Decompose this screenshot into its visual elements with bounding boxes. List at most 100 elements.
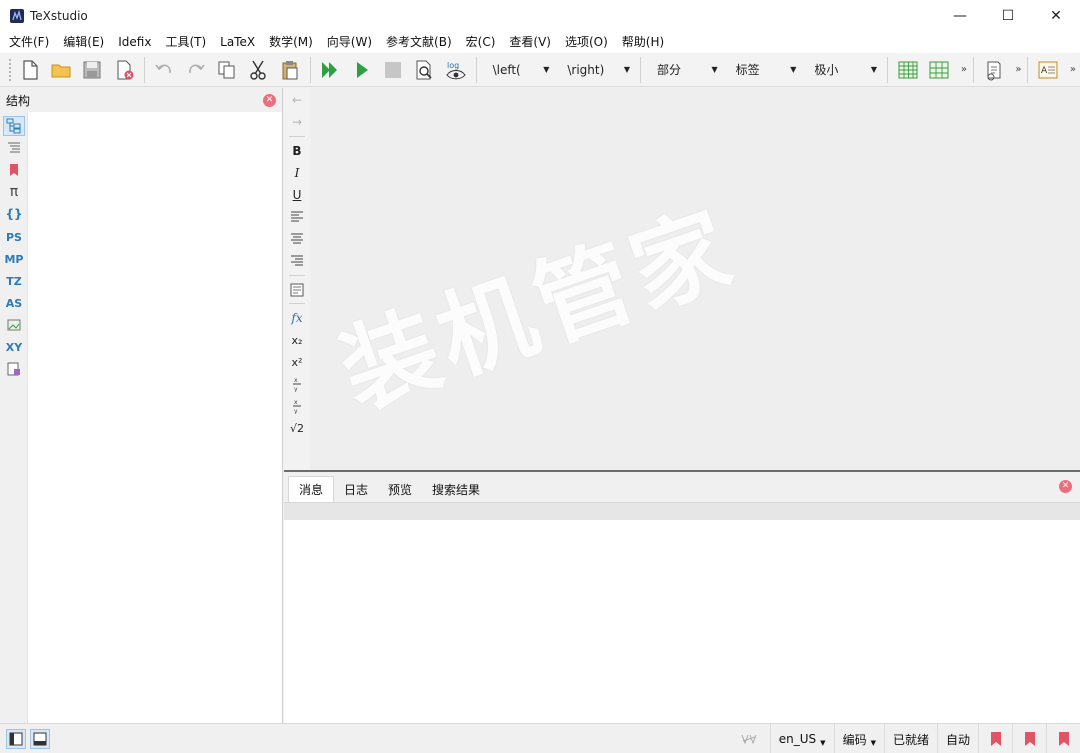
fraction-button[interactable]: xy (287, 374, 307, 394)
spellcheck-button[interactable] (980, 56, 1007, 84)
save-button[interactable] (79, 56, 106, 84)
toggle-structure-button[interactable] (6, 728, 26, 749)
compile-button[interactable] (348, 56, 375, 84)
section-combo[interactable]: 部分 ▼ (647, 57, 724, 83)
structure-tab-asymptote[interactable]: AS (3, 293, 25, 313)
text-format-button[interactable]: A (1034, 56, 1061, 84)
superscript-button[interactable]: x² (287, 352, 307, 372)
menu-bibliography[interactable]: 参考文献(B) (379, 31, 459, 53)
close-file-button[interactable] (110, 56, 137, 84)
messages-content[interactable] (284, 520, 1080, 725)
sqrt-button[interactable]: √2 (287, 418, 307, 438)
paste-button[interactable] (276, 56, 303, 84)
structure-tab-xypic[interactable]: XY (3, 337, 25, 357)
menu-view[interactable]: 查看(V) (502, 31, 558, 53)
dfrac-button[interactable]: xy (287, 396, 307, 416)
cut-button[interactable] (245, 56, 272, 84)
toolbar-overflow-button[interactable]: » (1015, 64, 1021, 75)
spellcheck-icon (741, 734, 757, 745)
redo-button[interactable] (182, 56, 209, 84)
underline-button[interactable]: U (287, 185, 307, 205)
structure-tab-brackets[interactable]: {} (3, 204, 25, 224)
structure-tab-templates[interactable] (3, 359, 25, 379)
structure-tab-outline[interactable] (3, 116, 25, 136)
svg-text:y: y (294, 408, 298, 414)
language-selector[interactable]: en_US ▼ (769, 724, 834, 753)
new-line-button[interactable] (287, 280, 307, 300)
subscript-button[interactable]: x₂ (287, 330, 307, 350)
font-size-combo[interactable]: 极小 ▼ (804, 57, 883, 83)
view-log-button[interactable]: log (442, 56, 469, 84)
toolbar-handle[interactable] (8, 57, 12, 82)
bookmark-button-1[interactable] (978, 724, 1012, 753)
minimize-button[interactable]: — (936, 0, 984, 31)
tab-log[interactable]: 日志 (334, 476, 378, 502)
bookmark-icon (1058, 732, 1069, 746)
toolbar-overflow-button[interactable]: » (1070, 64, 1076, 75)
maximize-button[interactable]: ☐ (984, 0, 1032, 31)
view-pdf-button[interactable] (411, 56, 438, 84)
menu-latex[interactable]: LaTeX (213, 31, 262, 53)
text-box-icon: A (1038, 61, 1058, 78)
tab-preview[interactable]: 预览 (378, 476, 422, 502)
align-left-icon (291, 211, 303, 222)
close-structure-panel-button[interactable]: ✕ (263, 94, 276, 107)
build-view-button[interactable] (317, 56, 344, 84)
open-file-button[interactable] (47, 56, 74, 84)
new-file-button[interactable] (16, 56, 43, 84)
menu-file[interactable]: 文件(F) (2, 31, 56, 53)
align-center-button[interactable] (287, 229, 307, 249)
menu-edit[interactable]: 编辑(E) (56, 31, 111, 53)
stop-button[interactable] (379, 56, 406, 84)
structure-tab-tikz[interactable]: TZ (3, 271, 25, 291)
copy-button[interactable] (213, 56, 240, 84)
image-icon (7, 319, 21, 331)
structure-tab-metapost[interactable]: MP (3, 249, 25, 269)
insert-table-button[interactable] (894, 56, 921, 84)
structure-tab-bookmarks[interactable] (3, 160, 25, 180)
menu-math[interactable]: 数学(M) (262, 31, 320, 53)
close-messages-panel-button[interactable]: ✕ (1059, 480, 1072, 493)
toolbar-overflow-button[interactable]: » (961, 64, 967, 75)
texstudio-logo-icon (10, 8, 24, 23)
tab-messages[interactable]: 消息 (288, 476, 335, 502)
menu-idefix[interactable]: Idefix (111, 31, 158, 53)
watermark-text: 装机管家 (327, 190, 750, 430)
encoding-selector[interactable]: 编码 ▼ (833, 724, 884, 753)
view-document-icon (416, 60, 433, 79)
label-combo[interactable]: 标签 ▼ (726, 57, 803, 83)
structure-tab-pstricks[interactable]: PS (3, 227, 25, 247)
align-right-button[interactable] (287, 251, 307, 271)
list-indent-icon (8, 142, 20, 153)
italic-button[interactable]: I (287, 163, 307, 183)
editor-area[interactable]: ← → B I U fx x₂ x² xy xy √2 装机管家 (284, 88, 1080, 470)
right-delimiter-combo[interactable]: \right) ▼ (557, 57, 636, 83)
tab-search-results[interactable]: 搜索结果 (422, 476, 490, 502)
align-left-button[interactable] (287, 207, 307, 227)
undo-button[interactable] (151, 56, 178, 84)
grammar-check-button[interactable] (728, 724, 770, 753)
structure-tab-toc[interactable] (3, 138, 25, 158)
bold-button[interactable]: B (287, 141, 307, 161)
structure-tab-images[interactable] (3, 315, 25, 335)
close-window-button[interactable]: ✕ (1032, 0, 1080, 31)
right-delimiter-value: \right) (567, 62, 605, 77)
menu-tools[interactable]: 工具(T) (158, 31, 213, 53)
mode-status[interactable]: 自动 (936, 724, 978, 753)
function-button[interactable]: fx (287, 308, 307, 328)
left-delimiter-combo[interactable]: \left(▼ (483, 57, 556, 83)
forward-button[interactable]: → (287, 112, 307, 132)
back-button[interactable]: ← (287, 90, 307, 110)
menu-wizards[interactable]: 向导(W) (320, 31, 379, 53)
menu-options[interactable]: 选项(O) (558, 31, 615, 53)
format-separator (289, 275, 305, 276)
menu-help[interactable]: 帮助(H) (615, 31, 671, 53)
bookmark-button-3[interactable] (1046, 724, 1080, 753)
structure-tree[interactable]: π {} PS MP TZ AS XY (0, 112, 282, 723)
toggle-messages-button[interactable] (30, 728, 50, 749)
chevron-down-icon: ▼ (790, 65, 797, 74)
menu-macros[interactable]: 宏(C) (459, 31, 503, 53)
bookmark-button-2[interactable] (1012, 724, 1046, 753)
structure-tab-symbols[interactable]: π (3, 182, 25, 202)
insert-tabular-button[interactable] (925, 56, 952, 84)
